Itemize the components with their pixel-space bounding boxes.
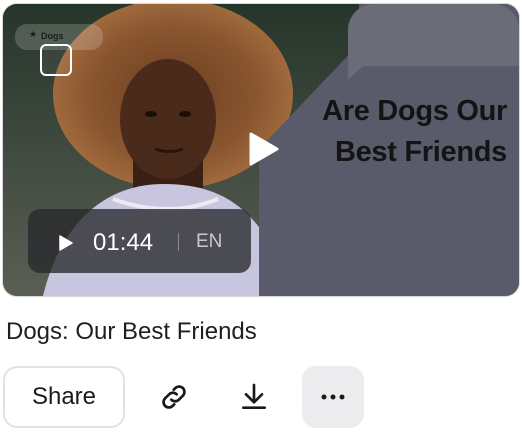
- play-small-icon[interactable]: [59, 235, 73, 251]
- star-icon: ★: [29, 29, 38, 39]
- thumbnail-title: Are Dogs Our Best Friends: [322, 91, 507, 173]
- play-icon[interactable]: [249, 132, 279, 166]
- more-icon: [321, 394, 345, 400]
- video-title: Dogs: Our Best Friends: [6, 318, 257, 345]
- download-icon: [242, 383, 266, 409]
- copy-link-button[interactable]: [143, 366, 205, 428]
- link-icon: [162, 385, 186, 409]
- download-button[interactable]: [223, 366, 285, 428]
- language-label: EN: [196, 231, 223, 252]
- divider: [178, 233, 179, 251]
- tag-label: Dogs: [41, 31, 64, 41]
- select-checkbox[interactable]: [40, 44, 72, 76]
- more-options-button[interactable]: [302, 366, 364, 428]
- thumbnail-title-line1: Are Dogs Our: [322, 95, 507, 127]
- duration: 01:44: [93, 229, 154, 256]
- playback-controls: 01:44 EN: [28, 209, 251, 273]
- thumbnail-title-line2: Best Friends: [334, 136, 507, 168]
- video-card[interactable]: ★ Dogs Are Dogs Our Best Friends 01:44 E…: [3, 4, 519, 296]
- share-button[interactable]: Share: [3, 366, 125, 428]
